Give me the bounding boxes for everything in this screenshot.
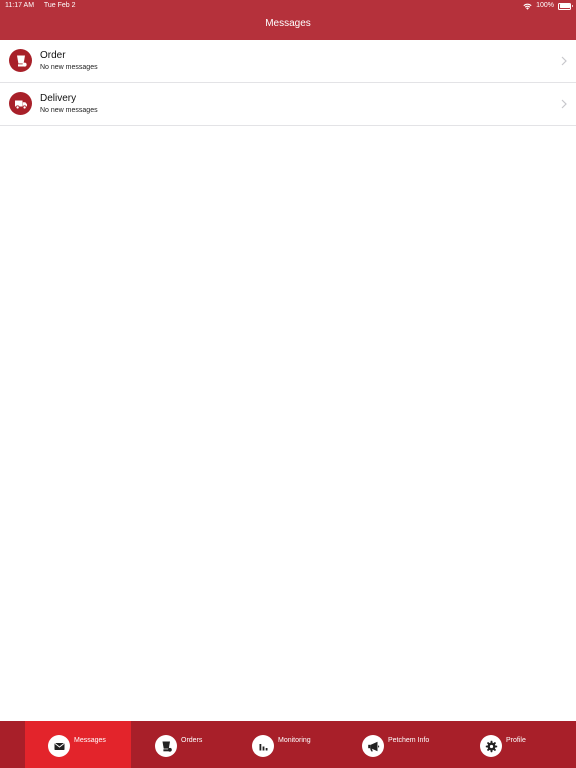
tab-label: Orders bbox=[181, 736, 203, 744]
order-icon bbox=[9, 49, 32, 72]
battery-icon bbox=[558, 2, 573, 10]
page-title: Messages bbox=[265, 18, 311, 29]
battery-fill bbox=[559, 4, 570, 8]
top-bar: 11:17 AM Tue Feb 2 100% Messages bbox=[0, 0, 576, 40]
tab-label: Messages bbox=[74, 736, 106, 744]
tab-label: Monitoring bbox=[278, 736, 311, 744]
battery-percent: 100% bbox=[536, 2, 554, 9]
order-icon bbox=[155, 735, 177, 757]
megaphone-icon bbox=[362, 735, 384, 757]
tab-bar: Messages Orders Monitoring Petchem Info … bbox=[0, 721, 576, 768]
message-row-delivery[interactable]: Delivery No new messages bbox=[0, 83, 576, 126]
status-bar: 11:17 AM Tue Feb 2 100% bbox=[0, 0, 576, 12]
tab-petchem-info[interactable]: Petchem Info bbox=[362, 721, 429, 768]
message-title: Order bbox=[40, 50, 66, 61]
message-subtitle: No new messages bbox=[40, 64, 98, 71]
message-title: Delivery bbox=[40, 93, 77, 104]
message-list: Order No new messages Delivery No new me… bbox=[0, 40, 576, 126]
tab-profile[interactable]: Profile bbox=[480, 721, 526, 768]
wifi-icon bbox=[523, 3, 532, 10]
tab-monitoring[interactable]: Monitoring bbox=[252, 721, 311, 768]
chevron-right-icon bbox=[561, 56, 567, 66]
tab-label: Petchem Info bbox=[388, 736, 430, 744]
envelope-icon bbox=[48, 735, 70, 757]
tab-label: Profile bbox=[506, 736, 526, 744]
message-row-order[interactable]: Order No new messages bbox=[0, 40, 576, 83]
status-right: 100% bbox=[523, 0, 573, 12]
tab-orders[interactable]: Orders bbox=[155, 721, 202, 768]
status-date: Tue Feb 2 bbox=[43, 2, 76, 9]
status-left: 11:17 AM Tue Feb 2 bbox=[5, 0, 84, 12]
message-subtitle: No new messages bbox=[40, 107, 98, 114]
truck-icon bbox=[9, 92, 32, 115]
gear-icon bbox=[480, 735, 502, 757]
status-time: 11:17 AM bbox=[5, 2, 35, 9]
chevron-right-icon bbox=[561, 99, 567, 109]
tab-messages[interactable]: Messages bbox=[25, 721, 131, 768]
bar-chart-icon bbox=[252, 735, 274, 757]
